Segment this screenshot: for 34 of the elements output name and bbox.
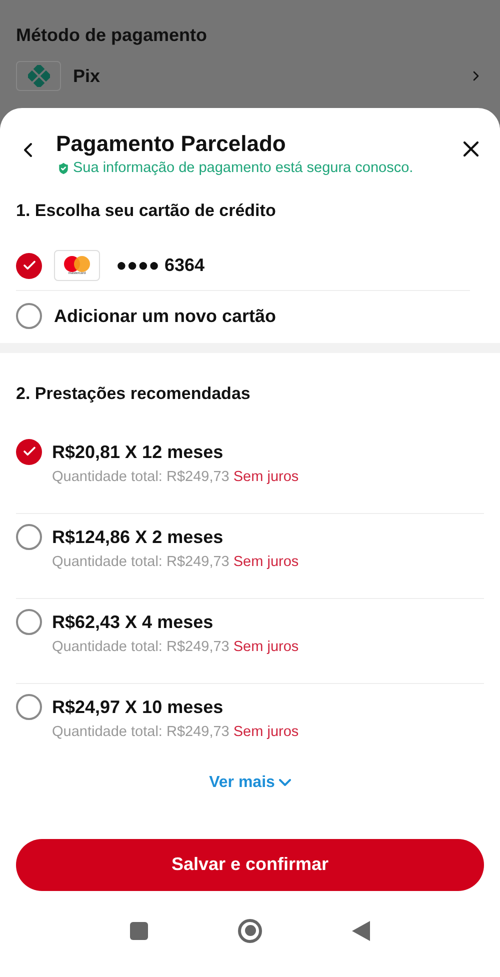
recents-icon[interactable] [130, 922, 148, 940]
radio-unchecked[interactable] [16, 303, 42, 330]
shield-check-icon [56, 161, 71, 176]
card-number: ●●●● 6364 [116, 254, 205, 278]
interest-tag: Sem juros [233, 554, 299, 570]
installment-title: R$124,86 X 2 meses [52, 526, 224, 549]
radio-unchecked[interactable] [16, 608, 42, 635]
security-note: Sua informação de pagamento está segura conosco. [73, 159, 414, 178]
section-heading: 2. Prestações recomendadas [15, 383, 252, 406]
radio-checked[interactable] [16, 252, 42, 279]
installment-total: Quantidade total: R$249,73 [52, 554, 230, 570]
confirm-button[interactable]: Salvar e confirmar [16, 838, 484, 891]
section-title: Método de pagamento [16, 24, 208, 47]
installment-total: Quantidade total: R$249,73 [52, 724, 230, 740]
installment-total: Quantidade total: R$249,73 [52, 638, 230, 655]
radio-checked[interactable] [16, 438, 42, 465]
chevron-down-icon [278, 779, 291, 786]
radio-unchecked[interactable] [16, 524, 42, 550]
add-card-label: Adicionar um novo cartão [54, 304, 276, 328]
interest-tag: Sem juros [233, 468, 299, 485]
installment-title: R$62,43 X 4 meses [52, 610, 214, 634]
interest-tag: Sem juros [233, 724, 299, 740]
radio-unchecked[interactable] [16, 694, 42, 720]
section-heading: 1. Escolha seu cartão de crédito [15, 200, 277, 222]
see-more-link[interactable]: Ver mais [209, 770, 291, 795]
installment-title: R$24,97 X 10 meses [52, 696, 224, 719]
payment-method-label: Pix [73, 64, 102, 88]
home-icon[interactable] [238, 918, 262, 943]
pix-icon [16, 61, 61, 91]
sheet-title: Pagamento Parcelado [56, 130, 287, 158]
back-icon[interactable] [352, 920, 370, 941]
interest-tag: Sem juros [233, 638, 299, 655]
installment-title: R$20,81 X 12 meses [52, 440, 224, 464]
installment-total: Quantidade total: R$249,73 [52, 468, 230, 485]
